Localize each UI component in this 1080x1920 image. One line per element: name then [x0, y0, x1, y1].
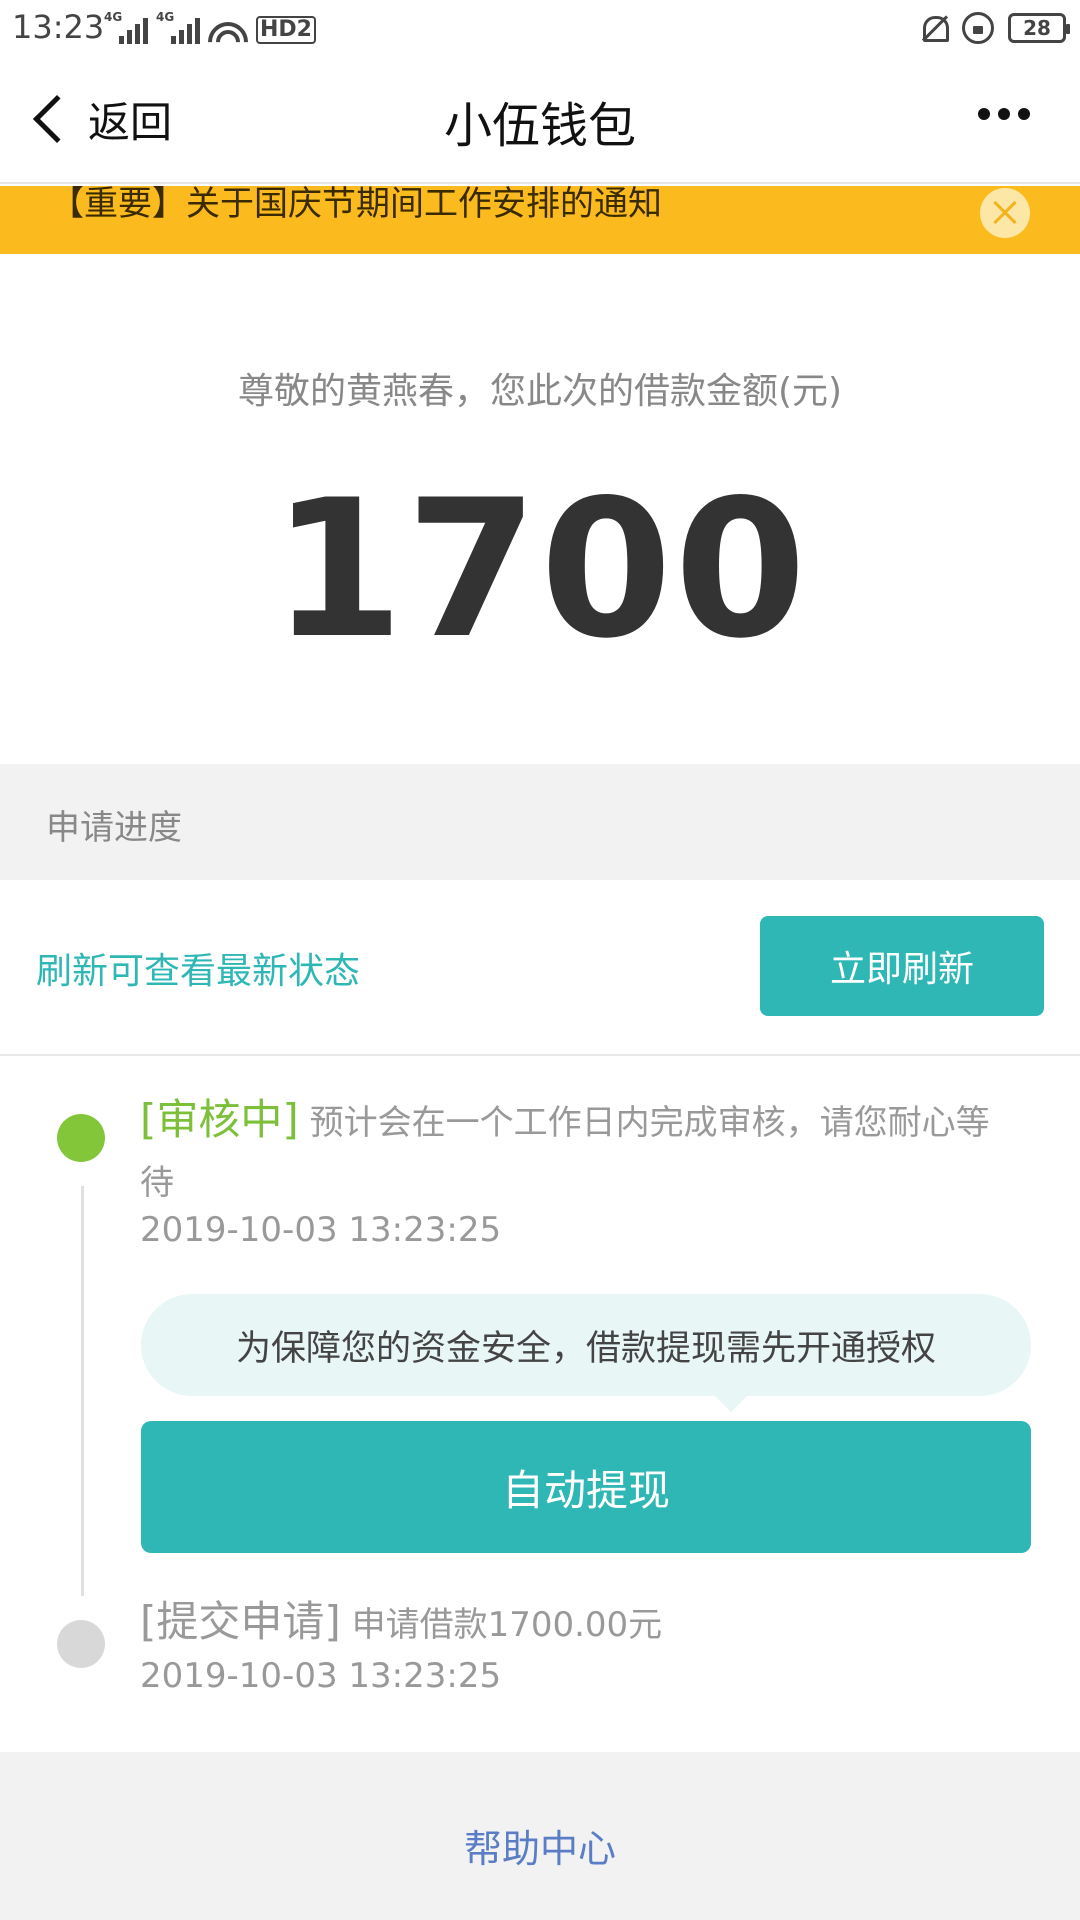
wifi-icon [208, 14, 248, 44]
status-right-icons: 28 [918, 10, 1070, 46]
timeline-step-reviewing: [审核中] 预计会在一个工作日内完成审核，请您耐心等待 [140, 1090, 1020, 1213]
status-dot-done [57, 1620, 105, 1668]
more-dots-icon[interactable] [978, 108, 1030, 120]
battery-level: 28 [1023, 16, 1051, 40]
loan-greeting: 尊敬的黄燕春，您此次的借款金额(元) [237, 371, 843, 412]
refresh-button[interactable]: 立即刷新 [760, 916, 1044, 1016]
loan-amount: 1700 [271, 459, 809, 680]
refresh-row: 刷新可查看最新状态 立即刷新 [0, 880, 1080, 1056]
authorization-tip-bubble: 为保障您的资金安全，借款提现需先开通授权 [141, 1294, 1031, 1412]
section-title: 申请进度 [46, 808, 182, 848]
page-title: 小伍钱包 [443, 98, 636, 154]
status-left-icons: 4G 4G HD2 [104, 10, 316, 44]
notice-banner[interactable]: 【重要】关于国庆节期间工作安排的通知 [0, 186, 1080, 254]
status-dot-active [57, 1114, 105, 1162]
mute-bell-icon [918, 13, 949, 43]
signal-icon-2: 4G [156, 10, 200, 44]
signal-icon: 4G [104, 10, 148, 44]
status-time: 13:23 [12, 8, 105, 46]
timeline-step-submitted: [提交申请] 申请借款1700.00元 [140, 1592, 662, 1655]
rotation-lock-icon [962, 12, 994, 44]
notice-text[interactable]: 【重要】关于国庆节期间工作安排的通知 [50, 186, 662, 222]
step-time-reviewing: 2019-10-03 13:23:25 [140, 1210, 502, 1250]
footer: 帮助中心 [0, 1752, 1080, 1920]
step-tag-submitted: [提交申请] [140, 1597, 341, 1646]
progress-section-header: 申请进度 [0, 764, 1080, 880]
nav-bar: 返回 小伍钱包 [0, 56, 1080, 184]
step-tag-reviewing: [审核中] [140, 1095, 299, 1144]
refresh-tip: 刷新可查看最新状态 [36, 951, 361, 992]
close-icon[interactable] [980, 188, 1030, 238]
timeline-line [81, 1186, 84, 1596]
status-bar: 13:23 4G 4G HD2 28 [0, 0, 1080, 56]
hd-voice-icon: HD2 [256, 16, 316, 44]
step-time-submitted: 2019-10-03 13:23:25 [140, 1656, 502, 1696]
auto-withdraw-button[interactable]: 自动提现 [141, 1421, 1031, 1553]
battery-icon: 28 [1008, 13, 1070, 43]
step-text-submitted: 申请借款1700.00元 [340, 1605, 663, 1645]
help-center-link[interactable]: 帮助中心 [0, 1818, 1080, 1873]
